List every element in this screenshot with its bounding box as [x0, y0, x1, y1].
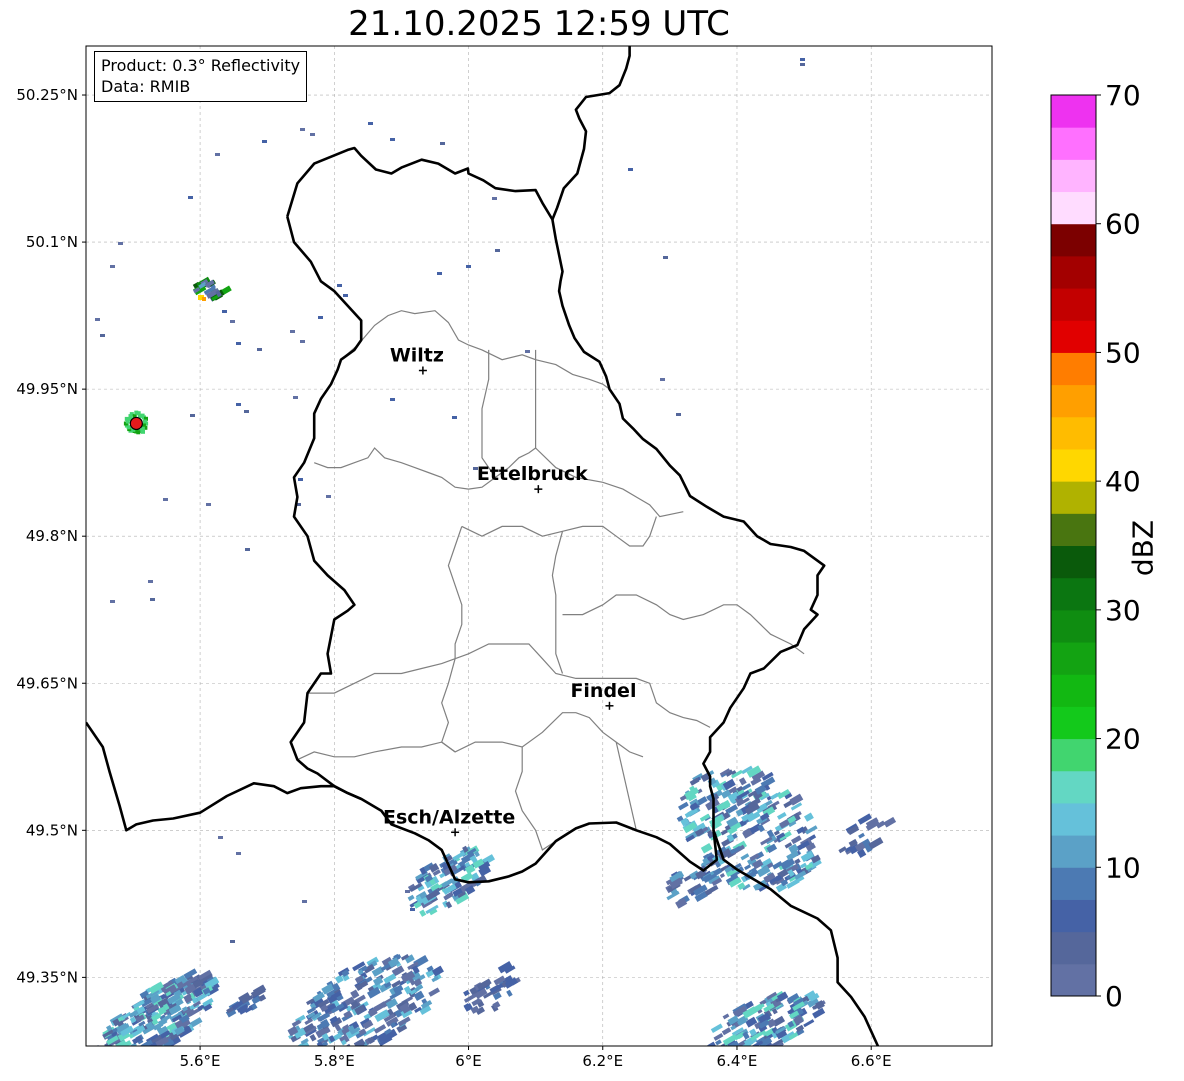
colorbar-segment	[1051, 963, 1096, 997]
colorbar-tick-label: 40	[1105, 465, 1141, 498]
colorbar-segment	[1051, 642, 1096, 675]
colorbar-segment	[1051, 320, 1096, 353]
colorbar-tick-label: 20	[1105, 723, 1141, 756]
colorbar-segment	[1051, 609, 1096, 643]
colorbar-tick-label: 70	[1105, 79, 1141, 112]
colorbar-segment	[1051, 706, 1096, 740]
colorbar-segment	[1051, 674, 1096, 707]
colorbar-segment	[1051, 835, 1096, 868]
colorbar-segment	[1051, 159, 1096, 193]
colorbar-tick-label: 30	[1105, 594, 1141, 627]
colorbar-segment	[1051, 545, 1096, 579]
colorbar-segment	[1051, 802, 1096, 836]
colorbar-segment	[1051, 255, 1096, 289]
colorbar-segment	[1051, 191, 1096, 225]
colorbar-segment	[1051, 770, 1096, 804]
colorbar-segment	[1051, 899, 1096, 933]
colorbar-segment	[1051, 931, 1096, 965]
colorbar-segment	[1051, 95, 1096, 128]
colorbar-label: dBZ	[1126, 519, 1160, 577]
colorbar-segment	[1051, 223, 1096, 257]
colorbar-segment	[1051, 738, 1096, 772]
colorbar-segment	[1051, 867, 1096, 900]
colorbar-tick-label: 50	[1105, 336, 1141, 369]
colorbar: 0 10 20 30 40 50 60 70	[1050, 79, 1141, 1013]
colorbar-segment	[1051, 577, 1096, 611]
colorbar-segment	[1051, 481, 1096, 514]
colorbar-segment	[1051, 513, 1096, 546]
colorbar-segment	[1051, 352, 1096, 386]
colorbar-segment	[1051, 384, 1096, 418]
colorbar-segment	[1051, 416, 1096, 450]
colorbar-tick-label: 10	[1105, 851, 1141, 884]
colorbar-segment	[1051, 127, 1096, 160]
colorbar-tick-label: 60	[1105, 208, 1141, 241]
colorbar-segment	[1051, 288, 1096, 321]
colorbar-tick-label: 0	[1105, 980, 1123, 1013]
colorbar-segment	[1051, 448, 1096, 482]
